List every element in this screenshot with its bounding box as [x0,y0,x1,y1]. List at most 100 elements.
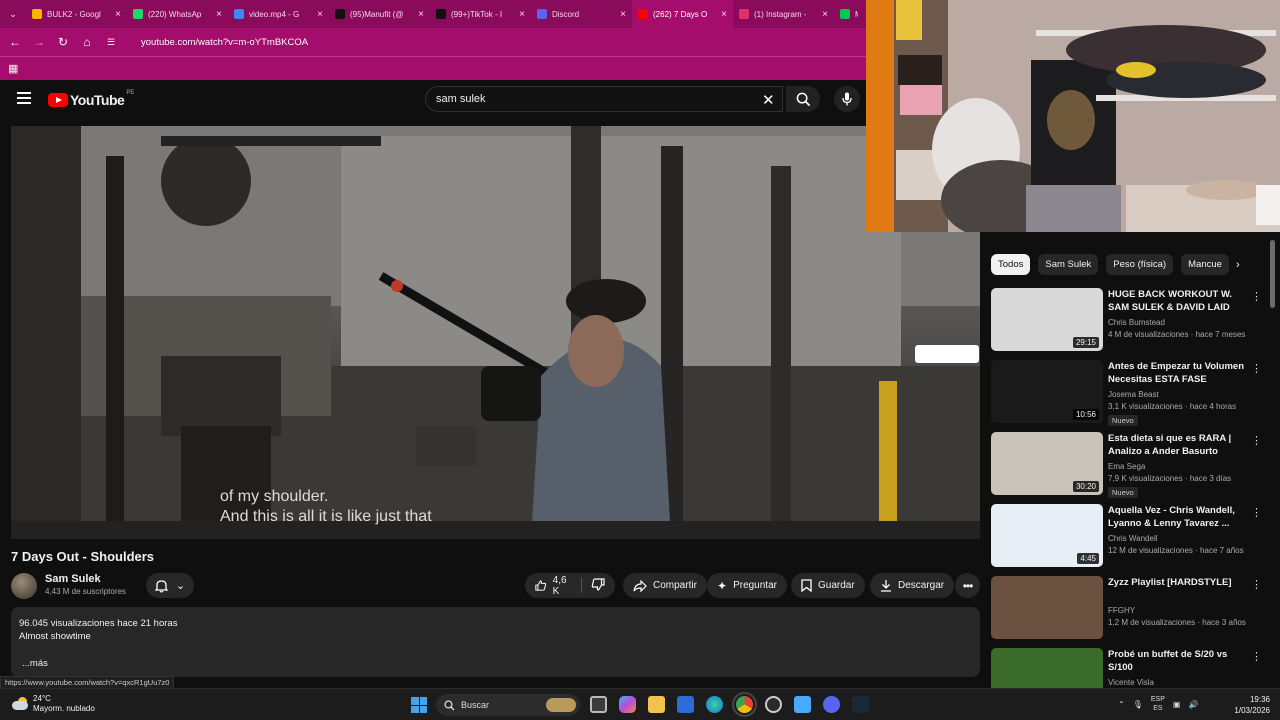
share-label: Compartir [653,580,697,591]
recommended-video[interactable]: 29:15 HUGE BACK WORKOUT W. SAM SULEK & DA… [991,288,1263,360]
youtube-logo[interactable]: YouTube PE [48,90,134,108]
file-explorer-icon[interactable] [648,696,665,713]
close-tab-icon[interactable]: × [822,9,828,20]
forward-arrow-icon[interactable]: → [27,35,51,49]
volume-icon[interactable]: 🔊 [1188,700,1198,709]
more-vertical-icon[interactable]: ⋮ [1251,578,1262,591]
show-more-link[interactable]: ...más [22,657,972,670]
browser-tab[interactable]: (262) 7 Days O × [632,0,733,28]
more-actions-button[interactable]: ••• [955,573,980,598]
download-button[interactable]: Descargar [870,573,955,598]
tab-favicon-icon [638,9,648,19]
app-f-icon[interactable] [794,696,811,713]
ask-button[interactable]: ✦ Preguntar [707,573,787,598]
browser-tab[interactable]: (1) Instagram - × [733,0,834,28]
recommended-video[interactable]: 4:45 Aquella Vez - Chris Wandell, Lyanno … [991,504,1263,576]
chrome-icon[interactable] [732,692,757,717]
thumbs-up-icon [535,580,547,591]
share-button[interactable]: Compartir [623,573,707,598]
browser-tab[interactable]: video.mp4 - G × [228,0,329,28]
youtube-header: YouTube PE sam sulek ✕ [0,80,866,120]
close-tab-icon[interactable]: × [620,9,626,20]
filter-chip[interactable]: Peso (física) [1106,254,1174,275]
settings-gear-icon[interactable] [765,696,782,713]
voice-search-button[interactable] [834,86,860,112]
more-vertical-icon[interactable]: ⋮ [1251,362,1262,375]
filter-chip[interactable]: Mancue [1181,254,1229,275]
reload-icon[interactable]: ↻ [51,35,75,49]
tab-search-chevron-icon[interactable]: ⌄ [0,0,26,28]
close-tab-icon[interactable]: × [317,9,323,20]
browser-tab[interactable]: BULK2 - Googl × [26,0,127,28]
video-player[interactable]: of my shoulder. And this is all it is li… [11,126,980,539]
home-icon[interactable]: ⌂ [75,35,99,49]
url-field[interactable]: youtube.com/watch?v=m-oYTmBKCOA [141,37,308,48]
taskbar-search-label: Buscar [461,700,490,710]
recommended-video[interactable]: 30:20 Esta dieta si que es RARA | Analizo… [991,432,1263,504]
more-vertical-icon[interactable]: ⋮ [1251,650,1262,663]
close-tab-icon[interactable]: × [418,9,424,20]
chevron-up-icon[interactable]: ⌃ [1118,700,1125,709]
clear-search-icon[interactable]: ✕ [762,91,775,109]
language-indicator[interactable]: ESP ES [1151,695,1165,713]
copilot-icon[interactable] [619,696,636,713]
network-icon[interactable]: ▣ [1173,700,1181,709]
download-label: Descargar [898,580,945,591]
apps-grid-icon[interactable]: ▦ [8,62,18,75]
site-info-icon[interactable]: ☰ [99,37,123,48]
video-thumbnail[interactable]: 10:56 [991,360,1103,423]
recommended-meta: 1,2 M de visualizaciones · hace 3 años [1108,618,1246,627]
close-tab-icon[interactable]: × [216,9,222,20]
filter-chip[interactable]: Sam Sulek [1038,254,1099,275]
share-icon [633,579,647,592]
weather-widget[interactable]: 24°C Mayorm. nublado [10,694,95,714]
search-input[interactable]: sam sulek [425,86,783,112]
subscribed-bell-button[interactable]: ⌄ [146,573,194,598]
recommended-title: Antes de Empezar tu Volumen Necesitas ES… [1108,361,1245,385]
clock-time: 19:36 [1249,695,1270,704]
channel-avatar[interactable] [11,573,37,599]
browser-tab[interactable]: (95)Manufit (@ × [329,0,430,28]
video-thumbnail[interactable]: 30:20 [991,432,1103,495]
steam-icon[interactable] [852,696,869,713]
browser-tab-strip: ⌄ BULK2 - Googl × (220) WhatsAp × video.mp4 … [0,0,866,28]
filter-chip[interactable]: Todos [991,254,1031,275]
browser-tab[interactable]: (220) WhatsAp × [127,0,228,28]
task-view-icon[interactable] [590,696,607,713]
more-vertical-icon[interactable]: ⋮ [1251,434,1262,447]
discord-icon[interactable] [823,696,840,713]
more-vertical-icon[interactable]: ⋮ [1251,290,1262,303]
video-thumbnail[interactable] [991,576,1103,639]
dislike-button[interactable] [591,577,605,594]
search-button[interactable] [786,86,820,112]
taskbar-search[interactable]: Buscar [436,694,580,716]
browser-tab[interactable]: (99+)TikTok - I × [430,0,531,28]
system-clock[interactable]: 19:36 1/03/2026 [1228,694,1270,716]
channel-name[interactable]: Sam Sulek [45,573,101,585]
recommended-title: Esta dieta si que es RARA | Analizo a An… [1108,433,1232,457]
start-button[interactable] [411,697,427,713]
like-button[interactable]: 4,6 K [535,575,572,597]
more-vertical-icon[interactable]: ⋮ [1251,506,1262,519]
recommended-video[interactable]: Zyzz Playlist [HARDSTYLE] FFGHY 1,2 M de v… [991,576,1263,648]
close-tab-icon[interactable]: × [115,9,121,20]
close-tab-icon[interactable]: × [519,9,525,20]
recommended-video[interactable]: 10:56 Antes de Empezar tu Volumen Necesit… [991,360,1263,432]
close-tab-icon[interactable]: × [721,9,727,20]
description-box[interactable]: 96.045 visualizaciones hace 21 horas Alm… [11,607,980,677]
edge-icon[interactable] [706,696,723,713]
microsoft-store-icon[interactable] [677,696,694,713]
browser-tab[interactable]: Discord × [531,0,632,28]
back-arrow-icon[interactable]: ← [3,35,27,49]
temperature: 24°C [33,694,51,703]
tab-title: (262) 7 Days O [653,9,708,19]
save-button[interactable]: Guardar [791,573,865,598]
video-thumbnail[interactable]: 4:45 [991,504,1103,567]
recommended-title: Aquella Vez - Chris Wandell, Lyanno & Le… [1108,505,1235,529]
browser-tab[interactable]: Ma [834,0,864,28]
chevron-right-icon[interactable]: › [1236,259,1240,271]
video-thumbnail[interactable]: 29:15 [991,288,1103,351]
menu-icon[interactable] [17,92,31,104]
scrollbar-thumb[interactable] [1270,240,1275,308]
microphone-icon[interactable]: 🎙 [1133,700,1143,709]
